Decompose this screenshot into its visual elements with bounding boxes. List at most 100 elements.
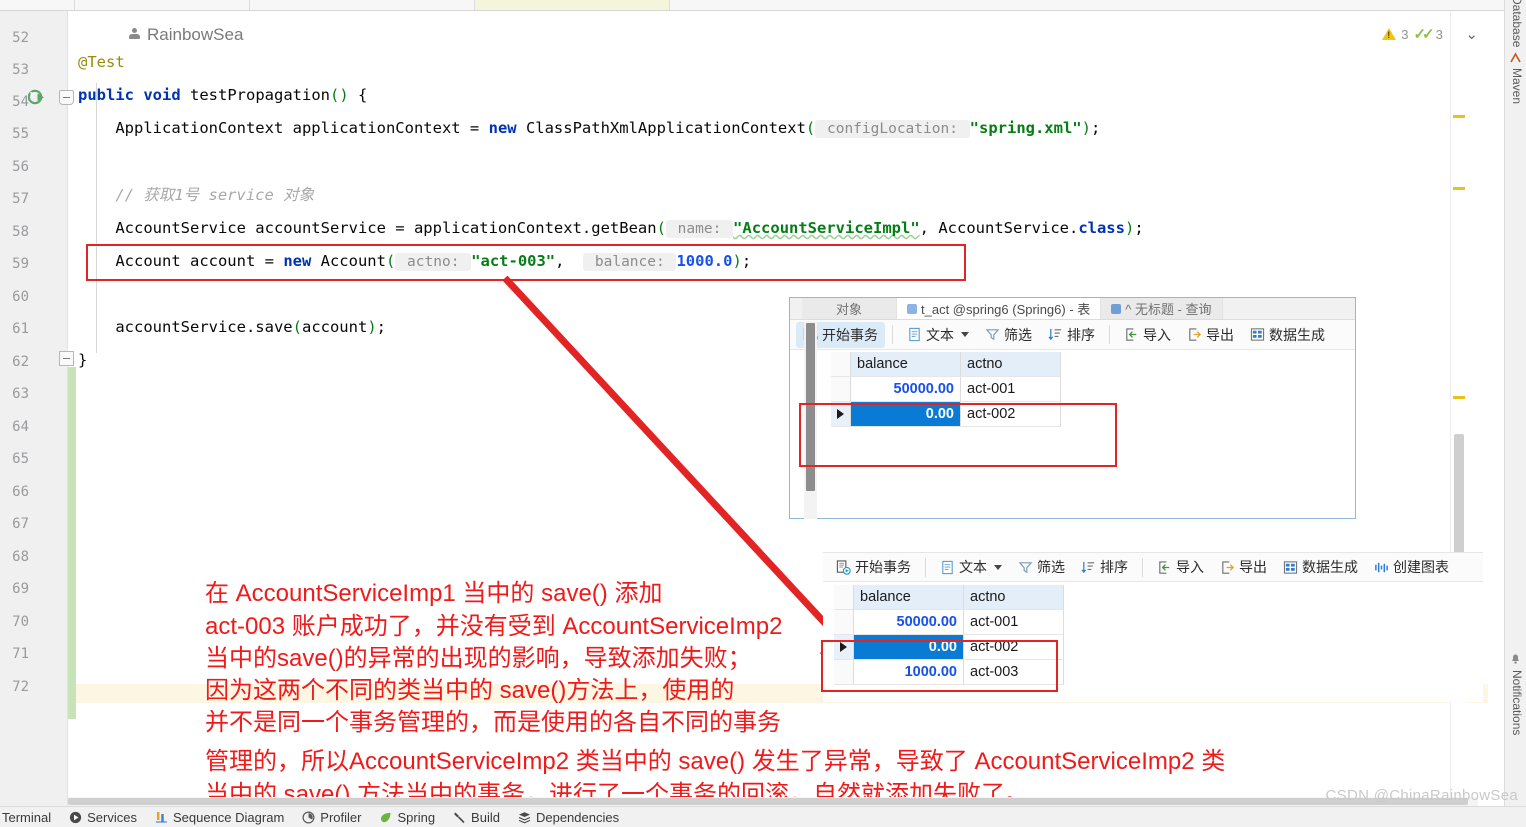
editor-tab-1[interactable] xyxy=(75,0,250,10)
data-generate-label: 数据生成 xyxy=(1302,559,1358,575)
code-line-58: AccountService accountService = applicat… xyxy=(78,219,1144,238)
right-tool-strip[interactable]: Database Maven Notifications xyxy=(1504,0,1526,806)
export-icon xyxy=(1189,328,1202,341)
sort-button[interactable]: 排序 xyxy=(1041,322,1102,348)
line-number: 57 xyxy=(12,191,29,207)
import-label: 导入 xyxy=(1143,326,1171,343)
status-item-dependencies[interactable]: Dependencies xyxy=(518,810,619,825)
filter-icon xyxy=(985,329,1000,341)
import-button[interactable]: 导入 xyxy=(1150,554,1211,580)
editor-hscroll-thumb[interactable] xyxy=(68,798,1468,805)
line-number-gutter[interactable]: 52 53 54 55 56 57 58 59 60 61 62 63 64 6… xyxy=(0,11,74,806)
watermark: CSDN @ChinaRainbowSea xyxy=(1325,787,1518,804)
editor-horizontal-scrollbar[interactable] xyxy=(68,797,1478,806)
db-bottom-toolbar[interactable]: 开始事务 文本 筛选 排序 导入 导出 数据生成 创建图表 xyxy=(823,552,1483,582)
toolbar-separator xyxy=(1142,557,1143,577)
row-header-cell[interactable] xyxy=(834,610,854,635)
stripe-warning-mark[interactable] xyxy=(1453,396,1465,399)
line-number: 63 xyxy=(12,386,29,402)
toolbar-separator xyxy=(892,325,893,344)
db-top-tab-query[interactable]: ^ 无标题 - 查询 xyxy=(1101,298,1223,319)
cell-balance[interactable]: 50000.00 xyxy=(854,610,964,635)
line-number: 58 xyxy=(12,224,29,240)
cell-actno[interactable]: act-001 xyxy=(961,377,1061,402)
notifications-icon xyxy=(1512,654,1519,664)
begin-transaction-button[interactable]: 开始事务 xyxy=(829,554,918,580)
create-chart-button[interactable]: 创建图表 xyxy=(1367,554,1456,580)
code-fold-marker-open[interactable] xyxy=(59,90,74,105)
status-item-spring-label: Spring xyxy=(397,809,436,825)
status-item-terminal[interactable]: Terminal xyxy=(0,810,51,825)
column-header-balance[interactable]: balance xyxy=(851,352,961,377)
stripe-warning-mark[interactable] xyxy=(1453,115,1465,118)
database-window-bottom[interactable]: 开始事务 文本 筛选 排序 导入 导出 数据生成 创建图表 balance ac… xyxy=(821,552,1483,702)
vcs-change-marker[interactable] xyxy=(68,367,76,719)
code-fold-marker-close[interactable] xyxy=(59,351,74,366)
export-button[interactable]: 导出 xyxy=(1180,322,1241,348)
chevron-down-icon[interactable] xyxy=(961,332,969,337)
tool-window-notifications[interactable]: Notifications xyxy=(1510,670,1524,735)
code-line-57-comment: // 获取1号 service 对象 xyxy=(78,186,315,204)
cell-balance[interactable]: 50000.00 xyxy=(851,377,961,402)
status-item-services[interactable]: Services xyxy=(69,810,137,825)
filter-label: 筛选 xyxy=(1004,326,1032,343)
chevron-down-icon[interactable] xyxy=(994,564,1002,570)
db-top-tabbar[interactable]: 对象 t_act @spring6 (Spring6) - 表 ^ 无标题 - … xyxy=(790,298,1355,320)
stripe-warning-mark[interactable] xyxy=(1453,187,1465,190)
column-header-actno[interactable]: actno xyxy=(961,352,1061,377)
column-header-balance[interactable]: balance xyxy=(854,585,964,610)
sort-button[interactable]: 排序 xyxy=(1074,554,1135,580)
line-number: 71 xyxy=(12,646,29,662)
db-top-tab-objects-label: 对象 xyxy=(835,302,862,317)
cell-actno[interactable]: act-001 xyxy=(964,610,1064,635)
status-item-build[interactable]: Build xyxy=(453,810,500,825)
line-number: 67 xyxy=(12,516,29,532)
line-number: 68 xyxy=(12,549,29,565)
annotation-line-3: 当中的save()的异常的出现的影响，导致添加失败； xyxy=(205,645,752,672)
data-generate-label: 数据生成 xyxy=(1269,326,1325,343)
import-button[interactable]: 导入 xyxy=(1117,322,1178,348)
line-number: 52 xyxy=(12,30,29,46)
line-number: 59 xyxy=(12,256,29,272)
sort-label: 排序 xyxy=(1100,559,1128,575)
status-item-profiler[interactable]: Profiler xyxy=(302,810,361,825)
column-header-actno[interactable]: actno xyxy=(964,585,1064,610)
db-bottom-grid-header: balance actno xyxy=(834,585,1084,610)
table-row[interactable]: 50000.00 act-001 xyxy=(831,377,1081,402)
status-bar[interactable]: Terminal Services Sequence Diagram Profi… xyxy=(0,806,1526,827)
status-item-sequence-diagram[interactable]: Sequence Diagram xyxy=(155,810,284,825)
annotation-line-6: 管理的，所以AccountServiceImp2 类当中的 save() 发生了… xyxy=(205,748,1226,775)
db-top-tab-query-label: ^ 无标题 - 查询 xyxy=(1125,302,1212,317)
db-top-tab-objects[interactable]: 对象 xyxy=(802,298,897,319)
editor-tab-3-active[interactable] xyxy=(475,0,670,10)
filter-button[interactable]: 筛选 xyxy=(1011,554,1072,580)
line-number: 64 xyxy=(12,419,29,435)
export-icon xyxy=(1222,560,1235,574)
line-number: 55 xyxy=(12,126,29,142)
db-top-toolbar[interactable]: 开始事务 文本 筛选 排序 导入 导出 数据生成 xyxy=(790,320,1355,350)
filter-button[interactable]: 筛选 xyxy=(978,322,1039,348)
filter-icon xyxy=(1018,561,1033,573)
table-tab-icon xyxy=(907,303,917,314)
tool-window-database[interactable]: Database xyxy=(1510,0,1524,47)
editor-tab-2[interactable] xyxy=(250,0,475,10)
db-top-tab-table[interactable]: t_act @spring6 (Spring6) - 表 xyxy=(897,298,1102,319)
database-window-top[interactable]: 对象 t_act @spring6 (Spring6) - 表 ^ 无标题 - … xyxy=(789,297,1356,519)
editor-tab-0[interactable] xyxy=(0,0,75,10)
sort-icon xyxy=(1048,328,1062,341)
export-button[interactable]: 导出 xyxy=(1213,554,1274,580)
highlight-box-act003-row xyxy=(821,640,1058,692)
row-header-cell xyxy=(834,585,854,610)
status-item-spring[interactable]: Spring xyxy=(379,810,435,825)
line-number: 70 xyxy=(12,614,29,630)
data-generate-button[interactable]: 数据生成 xyxy=(1276,554,1365,580)
data-generate-button[interactable]: 数据生成 xyxy=(1243,322,1332,348)
row-header-cell[interactable] xyxy=(831,377,851,402)
table-row[interactable]: 50000.00 act-001 xyxy=(834,610,1084,635)
text-button[interactable]: 文本 xyxy=(900,322,976,348)
editor-tab-strip[interactable] xyxy=(0,0,1526,11)
tool-window-maven[interactable]: Maven xyxy=(1510,68,1524,104)
query-tab-icon xyxy=(1111,303,1122,314)
run-test-icon[interactable] xyxy=(28,89,45,106)
text-button[interactable]: 文本 xyxy=(933,554,1009,580)
